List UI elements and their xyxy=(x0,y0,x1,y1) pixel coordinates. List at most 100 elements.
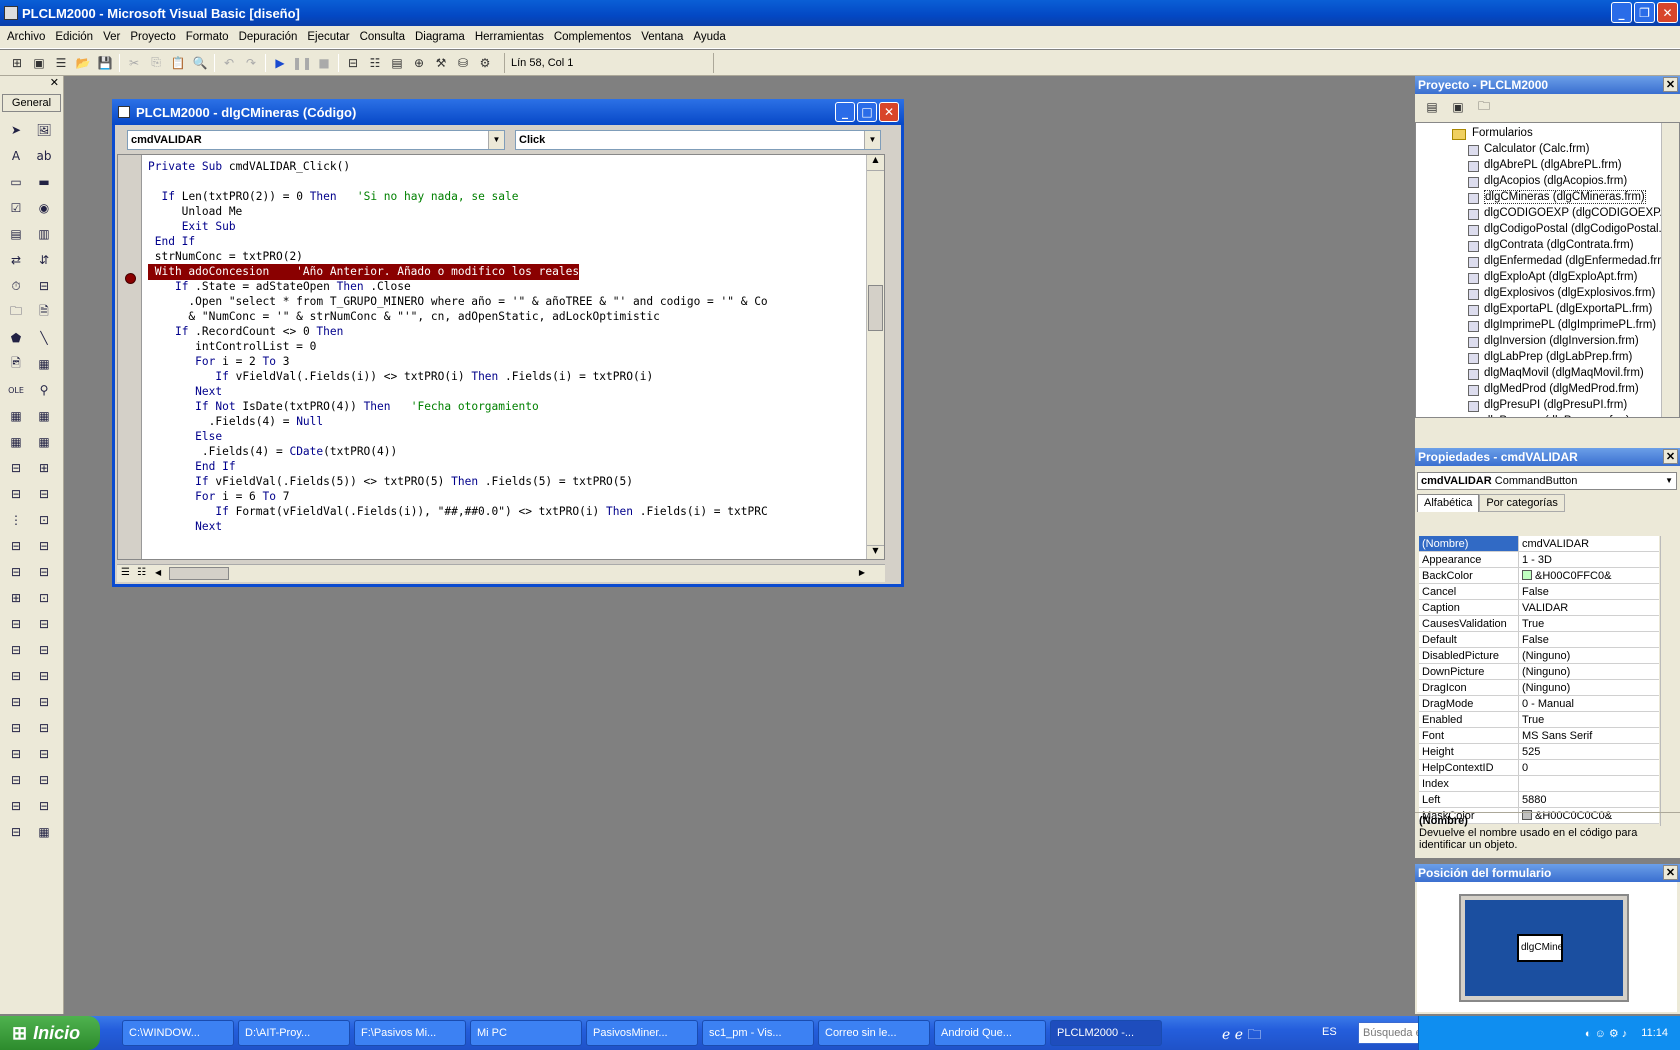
object-combo[interactable]: cmdVALIDAR ▼ xyxy=(127,130,505,150)
code-line[interactable]: If vFieldVal(.Fields(5)) <> txtPRO(5) Th… xyxy=(148,474,768,489)
toolbox-control-icon[interactable]: ☑ xyxy=(6,198,26,218)
property-value[interactable]: False xyxy=(1519,584,1659,599)
property-value[interactable] xyxy=(1519,776,1659,791)
toolbox-control-icon[interactable]: ▥ xyxy=(34,224,54,244)
toolbox-control-icon[interactable]: ▭ xyxy=(6,172,26,192)
tree-vertical-scrollbar[interactable] xyxy=(1661,123,1679,417)
toolbox-control-icon[interactable]: A xyxy=(6,146,26,166)
code-horizontal-scrollbar[interactable]: ☰ ☷ ◀ ▶ xyxy=(117,564,885,582)
toolbox-control-icon[interactable]: ⋮ xyxy=(6,510,26,530)
property-value[interactable]: 0 - Manual xyxy=(1519,696,1659,711)
property-value[interactable]: True xyxy=(1519,616,1659,631)
toolbox-control-icon[interactable]: ▦ xyxy=(34,354,54,374)
minimize-button[interactable]: _ xyxy=(1611,2,1632,23)
margin-indicator-bar[interactable] xyxy=(118,155,142,559)
toolbox-control-icon[interactable]: ⊟ xyxy=(34,536,54,556)
tree-item-form[interactable]: dlgCMineras (dlgCMineras.frm) xyxy=(1416,189,1679,205)
project-explorer-icon[interactable]: ⊟ xyxy=(342,52,364,74)
vb-app-icon[interactable] xyxy=(4,6,18,20)
toolbox-control-icon[interactable]: 🖻 xyxy=(6,354,26,374)
language-indicator[interactable]: ES xyxy=(1322,1026,1337,1038)
property-row[interactable]: Default False xyxy=(1419,632,1659,648)
tree-item-form[interactable]: dlgCODIGOEXP (dlgCODIGOEXP.fr xyxy=(1416,205,1679,221)
code-line[interactable]: Else xyxy=(148,429,768,444)
toolbox-control-icon[interactable]: ⊟ xyxy=(34,562,54,582)
form-position-preview[interactable]: dlgCMine xyxy=(1517,934,1563,962)
toolbox-icon[interactable]: ⚒ xyxy=(430,52,452,74)
property-row[interactable]: Height 525 xyxy=(1419,744,1659,760)
toolbox-control-icon[interactable]: ▦ xyxy=(34,406,54,426)
code-maximize-button[interactable]: □ xyxy=(857,102,877,122)
toolbox-control-icon[interactable]: ⬟ xyxy=(6,328,26,348)
tree-item-form[interactable]: dlgMedProd (dlgMedProd.frm) xyxy=(1416,381,1679,397)
menu-item-12[interactable]: Ayuda xyxy=(688,31,730,43)
taskbar-button[interactable]: PLCLM2000 -... xyxy=(1050,1020,1162,1046)
tree-item-form[interactable]: dlgContrata (dlgContrata.frm) xyxy=(1416,237,1679,253)
add-form-icon[interactable]: ▣ xyxy=(28,52,50,74)
toolbox-control-icon[interactable]: ◉ xyxy=(34,198,54,218)
object-browser-icon[interactable]: ⊕ xyxy=(408,52,430,74)
toolbox-control-icon[interactable]: ⊟ xyxy=(34,692,54,712)
property-value[interactable]: 525 xyxy=(1519,744,1659,759)
property-row[interactable]: DownPicture (Ninguno) xyxy=(1419,664,1659,680)
toolbox-control-icon[interactable]: ⊟ xyxy=(34,666,54,686)
taskbar-button[interactable]: sc1_pm - Vis... xyxy=(702,1020,814,1046)
code-line[interactable]: If Not IsDate(txtPRO(4)) Then 'Fecha oto… xyxy=(148,399,768,414)
tab-alphabetic[interactable]: Alfabética xyxy=(1417,494,1480,512)
quicklaunch-icons[interactable]: ℯ ℯ 🗀 xyxy=(1222,1024,1261,1048)
toolbox-control-icon[interactable]: ⚲ xyxy=(34,380,54,400)
properties-scrollbar[interactable] xyxy=(1660,536,1678,826)
tree-item-form[interactable]: dlgAbrePL (dlgAbrePL.frm) xyxy=(1416,157,1679,173)
toolbox-control-icon[interactable]: OLE xyxy=(6,380,26,400)
chevron-down-icon[interactable]: ▼ xyxy=(864,131,880,149)
taskbar-button[interactable]: D:\AIT-Proy... xyxy=(238,1020,350,1046)
toolbox-control-icon[interactable]: ⊟ xyxy=(6,562,26,582)
menu-item-10[interactable]: Complementos xyxy=(549,31,636,43)
toolbox-control-icon[interactable]: ⊟ xyxy=(34,614,54,634)
cut-icon[interactable]: ✂ xyxy=(123,52,145,74)
run-icon[interactable]: ▶ xyxy=(269,52,291,74)
form-layout-icon[interactable]: ▤ xyxy=(386,52,408,74)
close-icon[interactable]: ✕ xyxy=(1663,77,1678,92)
toolbox-control-icon[interactable]: ⊡ xyxy=(34,510,54,530)
toolbox-control-icon[interactable]: ⊟ xyxy=(34,640,54,660)
code-close-button[interactable]: ✕ xyxy=(879,102,899,122)
view-code-icon[interactable]: ▤ xyxy=(1421,96,1443,118)
toolbox-control-icon[interactable]: ▦ xyxy=(34,432,54,452)
property-row[interactable]: BackColor &H00C0FFC0& xyxy=(1419,568,1659,584)
code-line[interactable]: Unload Me xyxy=(148,204,768,219)
menu-item-7[interactable]: Consulta xyxy=(355,31,410,43)
code-line[interactable]: If Format(vFieldVal(.Fields(i)), "##,##0… xyxy=(148,504,767,519)
property-row[interactable]: DragMode 0 - Manual xyxy=(1419,696,1659,712)
toolbox-control-icon[interactable]: ⇵ xyxy=(34,250,54,270)
view-object-icon[interactable]: ▣ xyxy=(1447,96,1469,118)
code-line[interactable]: intControlList = 0 xyxy=(148,339,768,354)
menu-item-1[interactable]: Edición xyxy=(50,31,98,43)
property-row[interactable]: DragIcon (Ninguno) xyxy=(1419,680,1659,696)
toolbox-control-icon[interactable]: ⊟ xyxy=(34,276,54,296)
property-row[interactable]: Enabled True xyxy=(1419,712,1659,728)
undo-icon[interactable]: ↶ xyxy=(218,52,240,74)
toolbox-control-icon[interactable]: ╲ xyxy=(34,328,54,348)
toolbox-control-icon[interactable]: ⊟ xyxy=(34,796,54,816)
tree-item-form[interactable]: dlgCodigoPostal (dlgCodigoPostal.f xyxy=(1416,221,1679,237)
property-value[interactable]: 5880 xyxy=(1519,792,1659,807)
property-row[interactable]: Index xyxy=(1419,776,1659,792)
taskbar-button[interactable]: Mi PC xyxy=(470,1020,582,1046)
toolbox-general-tab[interactable]: General xyxy=(2,94,61,112)
redo-icon[interactable]: ↷ xyxy=(240,52,262,74)
toolbox-control-icon[interactable]: 🗀 xyxy=(6,302,26,322)
toolbox-control-icon[interactable]: ▬ xyxy=(34,172,54,192)
visual-component-icon[interactable]: ⚙ xyxy=(474,52,496,74)
code-line[interactable]: For i = 6 To 7 xyxy=(148,489,768,504)
save-project-icon[interactable]: 💾 xyxy=(94,52,116,74)
menu-item-9[interactable]: Herramientas xyxy=(470,31,549,43)
add-project-icon[interactable]: ⊞ xyxy=(6,52,28,74)
close-icon[interactable]: ✕ xyxy=(1663,449,1678,464)
procedure-view-icon[interactable]: ☰ xyxy=(121,567,130,578)
tree-item-form[interactable]: dlgPresuPI (dlgPresuPI.frm) xyxy=(1416,397,1679,413)
paste-icon[interactable]: 📋 xyxy=(167,52,189,74)
toolbox-control-icon[interactable]: ⊟ xyxy=(6,796,26,816)
property-value[interactable]: (Ninguno) xyxy=(1519,648,1659,663)
toolbox-control-icon[interactable]: ⊟ xyxy=(6,640,26,660)
